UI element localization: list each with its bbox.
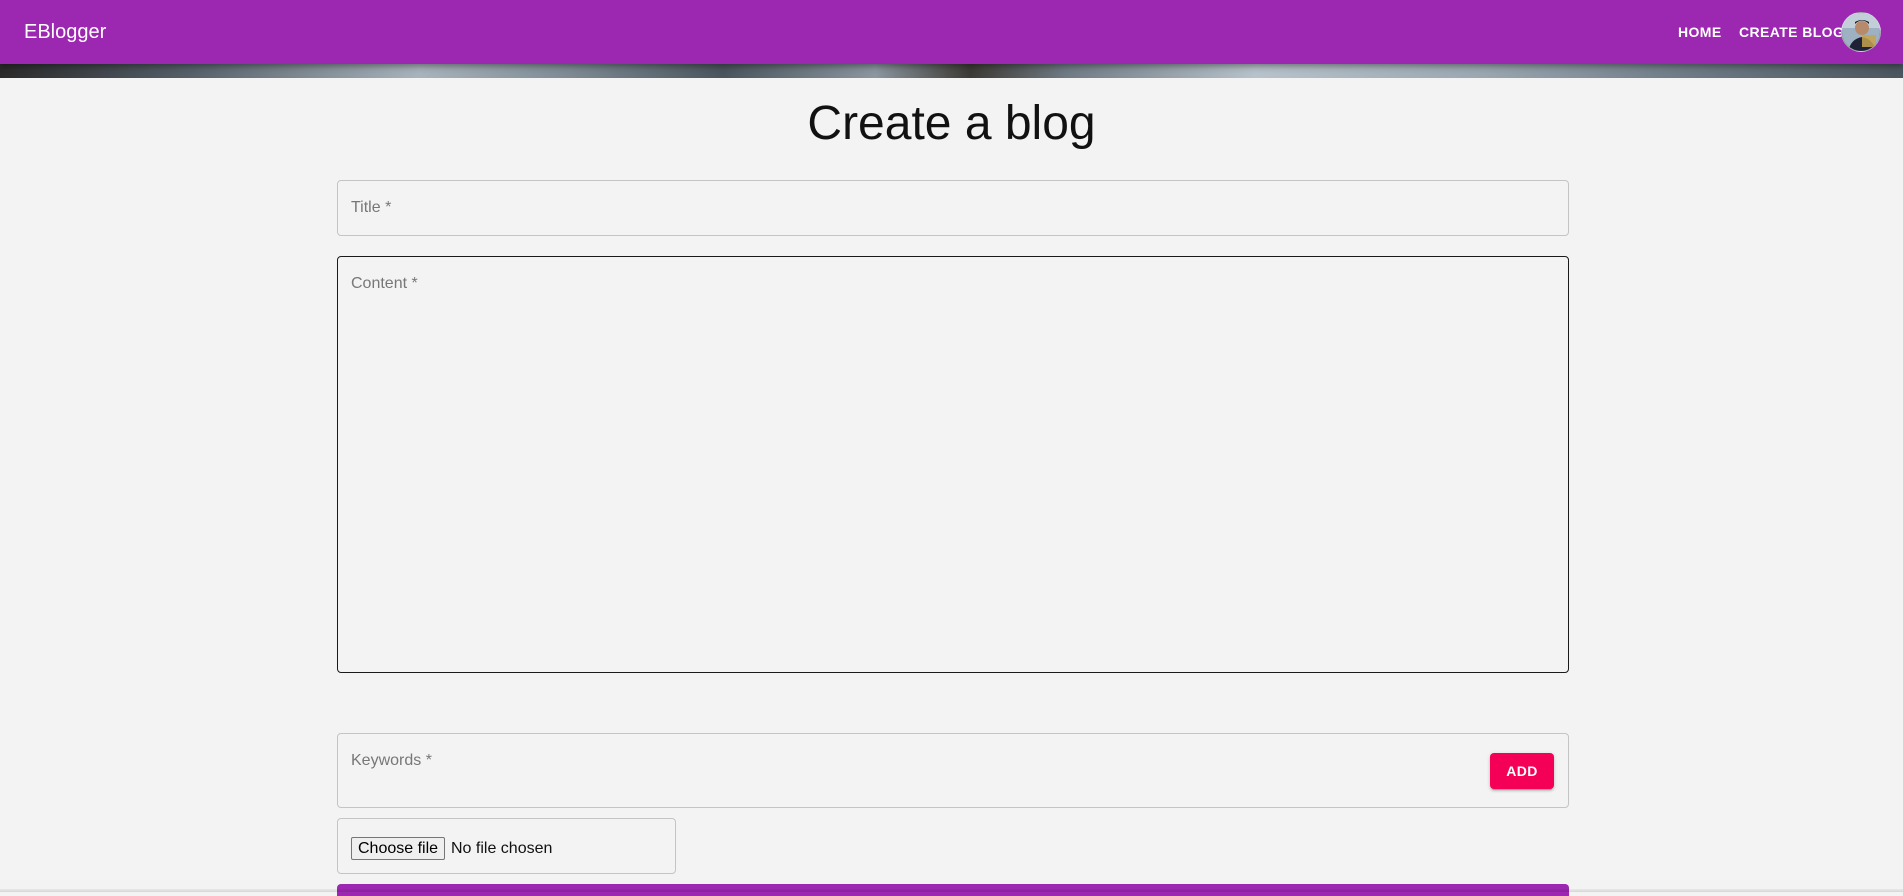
- nav-create-blog-link[interactable]: CREATE BLOG: [1739, 22, 1844, 42]
- user-avatar-icon: [1842, 13, 1880, 51]
- keywords-field[interactable]: Keywords *: [337, 733, 1569, 808]
- add-keyword-button[interactable]: ADD: [1490, 753, 1554, 789]
- app-bar: EBlogger HOME CREATE BLOG: [0, 0, 1903, 64]
- title-field-label: Title *: [351, 199, 392, 216]
- file-upload-field: Choose file No file chosen: [337, 818, 676, 874]
- page-title: Create a blog: [807, 97, 1096, 150]
- nav-home-link[interactable]: HOME: [1678, 22, 1722, 42]
- submit-button[interactable]: [337, 884, 1569, 896]
- content-field-label: Content *: [351, 275, 418, 292]
- choose-file-button[interactable]: Choose file: [351, 837, 446, 860]
- brand-logo[interactable]: EBlogger: [24, 19, 106, 45]
- user-avatar[interactable]: [1841, 12, 1881, 52]
- file-status-text: No file chosen: [451, 840, 553, 857]
- hero-banner: [0, 64, 1903, 78]
- title-field[interactable]: Title *: [337, 180, 1569, 236]
- content-field[interactable]: Content *: [337, 256, 1569, 673]
- keywords-field-label: Keywords *: [351, 752, 432, 769]
